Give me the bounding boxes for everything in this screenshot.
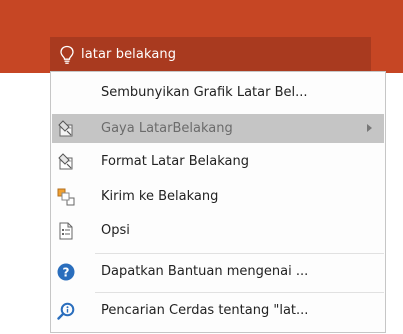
- submenu-arrow-icon: [367, 124, 372, 132]
- menu-item-label: Opsi: [101, 223, 130, 238]
- menu-item-label: Format Latar Belakang: [101, 154, 249, 169]
- help-icon: ?: [57, 263, 75, 281]
- search-results-menu: Sembunyikan Grafik Latar Bel... Gaya Lat…: [50, 71, 386, 333]
- menu-item-send-to-back[interactable]: Kirim ke Belakang: [52, 182, 384, 211]
- tell-me-search-box[interactable]: latar belakang: [50, 37, 371, 72]
- format-background-icon: [57, 153, 75, 171]
- smart-lookup-icon: [57, 302, 75, 320]
- background-style-icon: [57, 120, 75, 138]
- menu-item-label: Pencarian Cerdas tentang "lat...: [101, 303, 309, 318]
- menu-item-options[interactable]: Opsi: [52, 216, 384, 245]
- menu-item-label: Kirim ke Belakang: [101, 189, 219, 204]
- menu-item-hide-background-graphics[interactable]: Sembunyikan Grafik Latar Bel...: [52, 78, 384, 107]
- menu-item-label: Dapatkan Bantuan mengenai ...: [101, 264, 309, 279]
- send-to-back-icon: [57, 188, 75, 206]
- search-query-text[interactable]: latar belakang: [81, 47, 176, 62]
- menu-separator: [95, 292, 384, 293]
- menu-item-get-help[interactable]: ? Dapatkan Bantuan mengenai ...: [52, 257, 384, 286]
- menu-separator: [95, 253, 384, 254]
- lightbulb-icon: [60, 45, 74, 64]
- menu-item-background-style[interactable]: Gaya LatarBelakang: [52, 114, 384, 143]
- menu-item-label: Sembunyikan Grafik Latar Bel...: [101, 85, 308, 100]
- menu-item-smart-lookup[interactable]: Pencarian Cerdas tentang "lat...: [52, 296, 384, 325]
- options-icon: [57, 222, 75, 240]
- svg-text:?: ?: [63, 266, 70, 280]
- menu-item-label: Gaya LatarBelakang: [101, 121, 233, 136]
- menu-item-format-background[interactable]: Format Latar Belakang: [52, 147, 384, 176]
